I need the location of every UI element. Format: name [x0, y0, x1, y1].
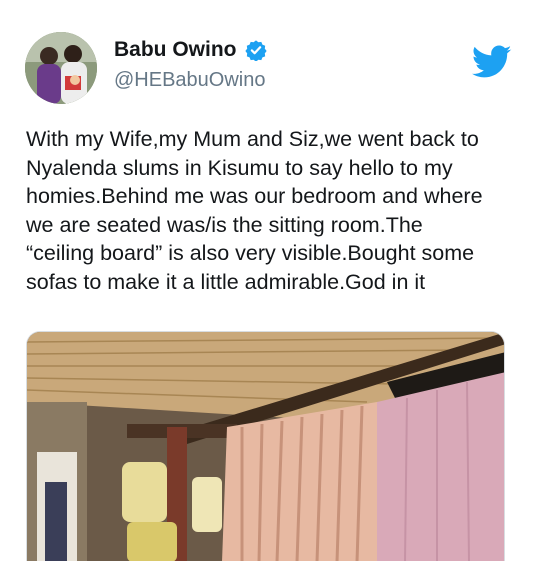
avatar-photo	[25, 32, 97, 104]
attached-photo	[27, 332, 504, 561]
user-info: Babu Owino @HEBabuOwino	[114, 38, 267, 92]
user-handle[interactable]: @HEBabuOwino	[114, 69, 267, 92]
display-name[interactable]: Babu Owino	[114, 38, 237, 62]
tweet-text: With my Wife,my Mum and Siz,we went back…	[26, 127, 483, 294]
verified-badge-icon	[244, 39, 267, 62]
tweet-media-photo[interactable]	[26, 331, 505, 561]
twitter-bird-icon[interactable]	[471, 45, 512, 79]
tweet-card: Babu Owino @HEBabuOwino With my Wife,my …	[0, 0, 536, 561]
avatar[interactable]	[25, 32, 97, 104]
